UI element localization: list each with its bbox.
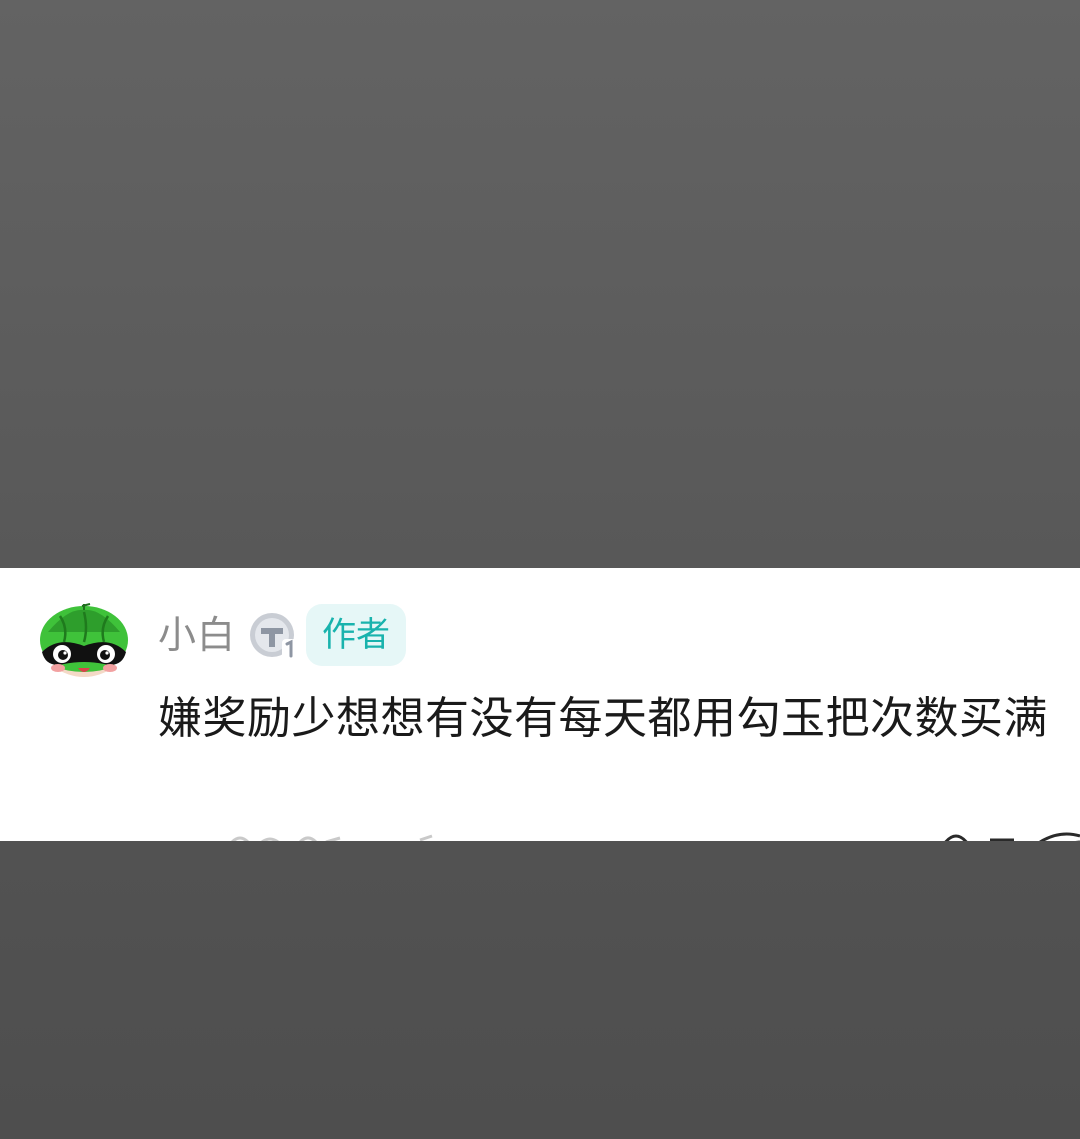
- comment-header: 小白 作者: [158, 604, 407, 666]
- screen: 小白 作者 嫌奖励少想想有没有每天都用勾玉把次数买满: [0, 0, 1080, 1139]
- comment-text[interactable]: 嫌奖励少想想有没有每天都用勾玉把次数买满: [158, 684, 1073, 754]
- reply-icon: [1039, 832, 1080, 841]
- username[interactable]: 小白: [158, 616, 236, 654]
- level-t1-badge-icon: [250, 613, 299, 659]
- dimmed-overlay-bottom[interactable]: [0, 841, 1080, 1139]
- avatar[interactable]: [38, 602, 130, 684]
- action-row-partial: [230, 832, 1080, 841]
- comment-card[interactable]: 小白 作者 嫌奖励少想想有没有每天都用勾玉把次数买满: [0, 568, 1080, 841]
- author-tag: 作者: [306, 604, 407, 666]
- dimmed-overlay-top[interactable]: [0, 0, 1080, 568]
